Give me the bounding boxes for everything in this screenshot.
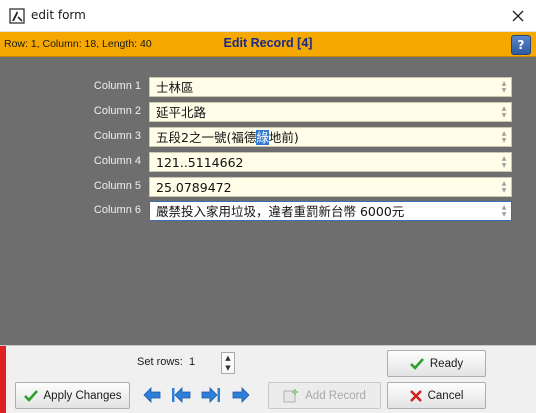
field-input-column-3[interactable]: 五段2之一號(福德綠地前) ▲ ▼ (149, 127, 512, 147)
field-input-column-5[interactable]: 25.0789472 ▲ ▼ (149, 177, 512, 197)
set-rows-label: Set rows: 1 (137, 356, 196, 368)
add-record-icon (283, 388, 299, 402)
field-label: Column 2 (93, 105, 141, 117)
field-label: Column 3 (93, 130, 141, 142)
field-spinner-icon[interactable]: ▲ ▼ (499, 130, 509, 144)
cancel-x-icon (409, 389, 422, 402)
cursor-position-text: Row: 1, Column: 18, Length: 40 (4, 38, 152, 50)
next-record-button[interactable] (230, 384, 252, 406)
bottom-toolbar: Set rows: 1 ▲ ▼ Apply Changes Add Record… (0, 345, 536, 413)
field-row-column-1: Column 1 士林區 ▲ ▼ (0, 77, 536, 97)
field-label: Column 5 (93, 180, 141, 192)
field-input-column-6[interactable]: 嚴禁投入家用垃圾，違者重罰新台幣 6000元 ▲ ▼ (149, 201, 512, 221)
field-value: 士林區 (156, 80, 194, 95)
stepper-down-icon[interactable]: ▼ (222, 363, 234, 373)
close-button[interactable] (500, 0, 536, 32)
field-value: 121..5114662 (156, 155, 244, 170)
field-input-column-1[interactable]: 士林區 ▲ ▼ (149, 77, 512, 97)
first-record-button[interactable] (170, 384, 192, 406)
modified-indicator (0, 346, 6, 413)
help-icon: ? (517, 38, 525, 52)
apply-changes-label: Apply Changes (43, 389, 122, 402)
ready-button[interactable]: Ready (387, 350, 486, 377)
arrow-first-icon (172, 387, 191, 403)
field-label: Column 6 (93, 204, 141, 216)
field-spinner-icon[interactable]: ▲ ▼ (499, 80, 509, 94)
add-record-label: Add Record (305, 389, 366, 402)
app-icon (9, 8, 25, 24)
status-bar: Row: 1, Column: 18, Length: 40 Edit Reco… (0, 32, 536, 57)
field-input-column-2[interactable]: 延平北路 ▲ ▼ (149, 102, 512, 122)
arrow-left-icon (143, 387, 161, 403)
window-title: edit form (31, 8, 86, 22)
arrow-right-icon (232, 387, 250, 403)
field-value: 嚴禁投入家用垃圾，違者重罰新台幣 6000元 (156, 204, 405, 219)
set-rows-stepper[interactable]: ▲ ▼ (221, 352, 235, 374)
field-label: Column 1 (93, 80, 141, 92)
field-value: 25.0789472 (156, 180, 232, 195)
field-spinner-icon[interactable]: ▲ ▼ (499, 180, 509, 194)
set-rows-value: 1 (188, 356, 196, 368)
stepper-up-icon[interactable]: ▲ (222, 353, 234, 363)
checkmark-icon (23, 389, 38, 402)
field-spinner-icon[interactable]: ▲ ▼ (499, 204, 509, 218)
field-input-column-4[interactable]: 121..5114662 ▲ ▼ (149, 152, 512, 172)
field-row-column-5: Column 5 25.0789472 ▲ ▼ (0, 177, 536, 197)
cancel-button[interactable]: Cancel (387, 382, 486, 409)
title-bar: edit form (0, 0, 536, 32)
field-spinner-icon[interactable]: ▲ ▼ (499, 155, 509, 169)
field-row-column-6: Column 6 嚴禁投入家用垃圾，違者重罰新台幣 6000元 ▲ ▼ (0, 201, 536, 221)
last-record-button[interactable] (200, 384, 222, 406)
previous-record-button[interactable] (141, 384, 163, 406)
field-label: Column 4 (93, 155, 141, 167)
field-value-after: 地前) (268, 130, 299, 145)
field-row-column-2: Column 2 延平北路 ▲ ▼ (0, 102, 536, 122)
ready-label: Ready (429, 357, 464, 370)
field-value-before: 五段2之一號(福德 (156, 130, 257, 145)
field-row-column-4: Column 4 121..5114662 ▲ ▼ (0, 152, 536, 172)
cancel-label: Cancel (427, 389, 464, 402)
checkmark-icon (409, 357, 424, 370)
help-button[interactable]: ? (511, 35, 531, 55)
field-row-column-3: Column 3 五段2之一號(福德綠地前) ▲ ▼ (0, 127, 536, 147)
field-value: 延平北路 (156, 105, 207, 120)
apply-changes-button[interactable]: Apply Changes (15, 382, 130, 409)
form-area: Column 1 士林區 ▲ ▼ Column 2 延平北路 ▲ ▼ Column … (0, 57, 536, 345)
arrow-last-icon (201, 387, 220, 403)
add-record-button[interactable]: Add Record (268, 382, 381, 409)
close-icon (512, 10, 524, 22)
field-spinner-icon[interactable]: ▲ ▼ (499, 105, 509, 119)
selected-text: 綠 (256, 130, 269, 145)
